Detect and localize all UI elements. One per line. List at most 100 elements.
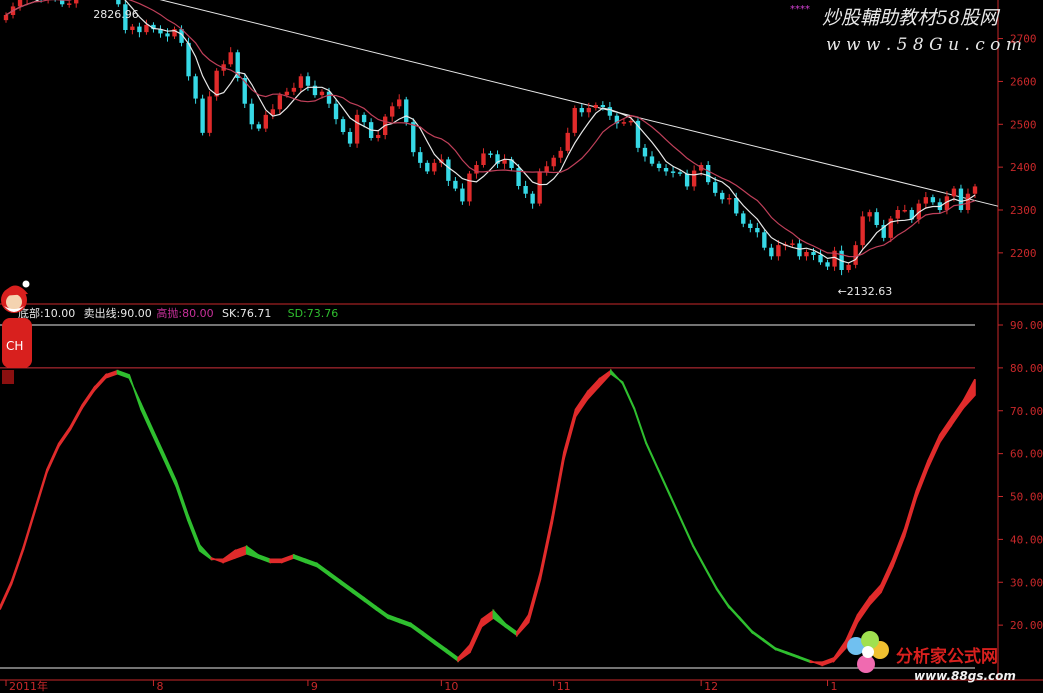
indicator-y-ticks: 20.00 30.00 40.00 50.00 60.00 70.00 80.00 90.00 [998,319,1043,632]
x-tick-label: 8 [156,680,163,693]
candle-up [691,170,697,187]
sk-falling-segment [198,543,213,561]
candle-down [165,33,170,37]
candle-down [333,103,339,120]
sk-rising-segment [10,546,25,585]
sk-falling-segment [328,570,342,586]
candle-down [734,198,739,214]
sk-rising-segment [516,612,530,638]
candle-up [593,105,599,108]
sk-rising-segment [457,643,471,663]
sk-falling-segment [151,429,166,462]
candle-down [186,42,191,77]
sk-falling-segment [751,629,765,643]
legend-entry: 高抛:80.00 [156,306,213,320]
candle-down [488,153,493,155]
candle-up [951,188,957,197]
candle-down [741,213,746,224]
candle-up [375,135,381,138]
sk-falling-segment [798,655,812,664]
sk-falling-segment [175,480,189,521]
candle-up [790,243,795,245]
candle-up [572,108,577,133]
candle-up [277,95,283,110]
sk-falling-segment [363,596,377,612]
sk-rising-segment [598,369,612,389]
candle-up [74,0,79,4]
chart-stage: **** 炒股輔助教材58股网 w w w . 5 8 G u . c o m … [0,0,1043,693]
indicator-band [0,368,976,667]
sk-falling-segment [140,403,154,436]
sk-falling-segment [398,618,412,628]
price-tick-label: 2600 [1010,75,1037,88]
candle-down [193,76,198,99]
sk-falling-segment [645,441,659,470]
candle-up [895,210,900,219]
sk-rising-segment [809,659,824,667]
candle-down [705,165,711,183]
candle-down [200,98,205,133]
candle-down [305,76,311,86]
candle-up [586,108,591,113]
sk-falling-segment [610,368,624,386]
candle-up [67,3,72,5]
price-tick-label: 2700 [1010,33,1037,46]
price-tick-label: 2400 [1010,161,1037,174]
santa-icon: CH [1,280,32,384]
sk-rising-segment [939,415,953,445]
candle-up [923,197,929,204]
candle-down [663,168,669,172]
candle-down [579,108,584,113]
candle-down [642,147,648,157]
sk-rising-segment [480,609,495,629]
sk-rising-segment [22,507,36,550]
sk-falling-segment [257,553,271,564]
sk-falling-segment [375,604,389,620]
sk-falling-segment [786,651,800,660]
price-grid [998,38,1003,254]
candle-down [811,252,816,255]
candle-down [404,99,409,123]
candle-down [600,105,606,108]
sk-falling-segment [304,558,318,568]
sk-rising-segment [93,372,107,393]
candle-down [425,162,430,172]
price-tick-label: 2500 [1010,118,1037,131]
sk-rising-segment [868,582,882,608]
sk-rising-segment [539,516,553,580]
candle-down [411,122,416,153]
sk-rising-segment [903,490,918,537]
low-annotation: ←2132.63 [838,285,893,298]
sk-falling-segment [128,374,142,410]
indicator-tick-label: 90.00 [1010,319,1043,332]
sk-falling-segment [657,467,671,496]
sk-falling-segment [245,544,260,560]
sk-rising-segment [57,423,72,450]
indicator-tick-label: 60.00 [1010,448,1043,461]
x-tick-label: 11 [557,680,571,693]
sk-rising-segment [81,385,95,411]
candle-up [804,252,809,257]
sk-falling-segment [704,566,718,590]
svg-text:CH: CH [6,339,23,353]
sk-rising-segment [210,556,224,564]
candle-up [397,99,402,107]
sk-falling-segment [774,646,788,655]
sk-rising-segment [34,469,48,512]
candle-down [670,171,676,173]
candle-down [930,197,936,203]
legend-entry: SD:73.76 [288,307,339,320]
candle-down [453,180,458,189]
candle-down [755,228,760,233]
candle-down [797,243,802,257]
candle-down [137,26,142,33]
watermark-url: w w w . 5 8 G u . c o m [826,35,1022,55]
sk-rising-segment [0,580,13,610]
candle-up [727,198,732,200]
candle-down [340,119,346,132]
candle-down [762,232,767,248]
candle-down [958,188,964,210]
sk-falling-segment [386,613,401,624]
candle-down [769,247,774,257]
sk-rising-segment [281,553,295,564]
